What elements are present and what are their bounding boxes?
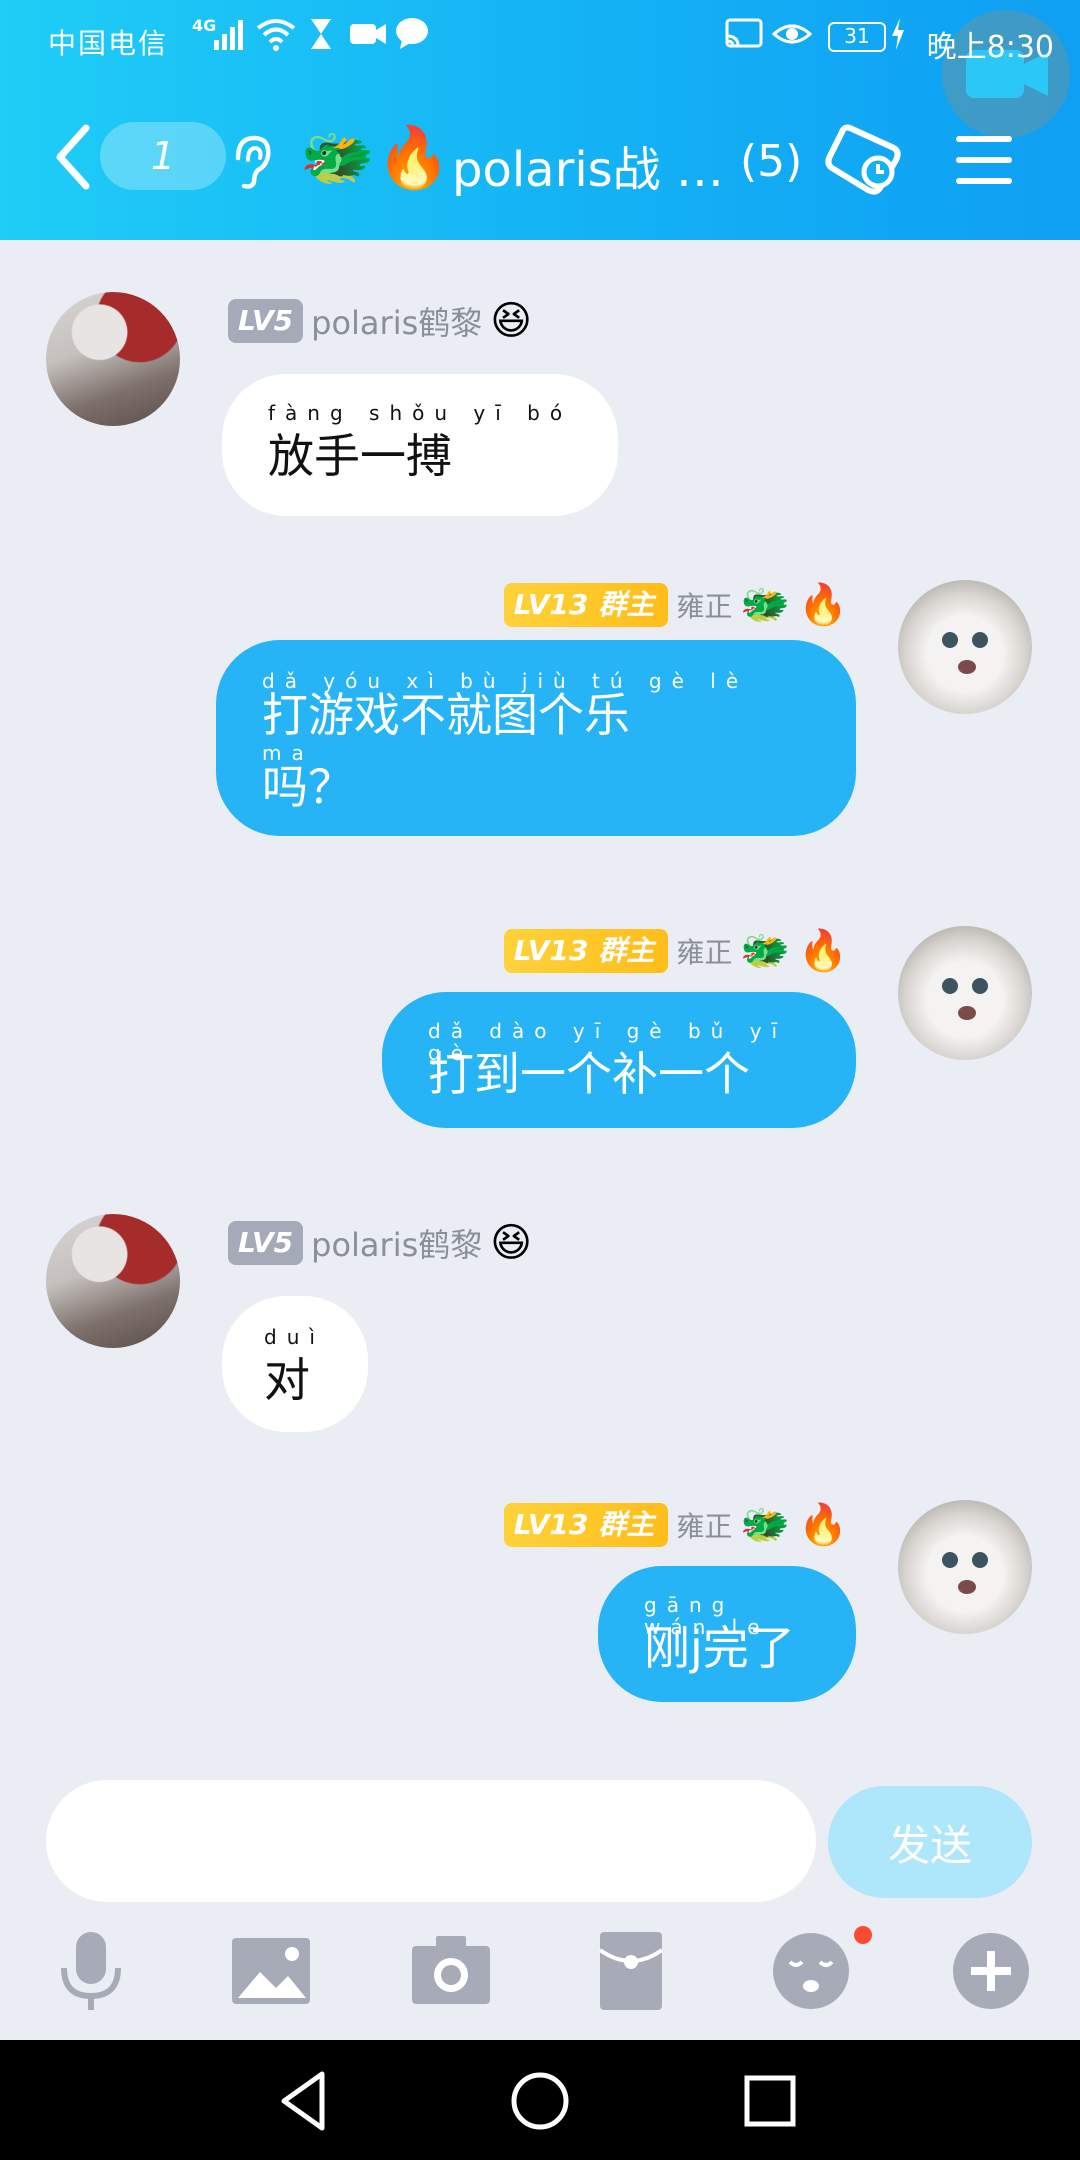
nav-back-icon[interactable]	[270, 2066, 340, 2136]
sender-nickname[interactable]: 雍正	[676, 931, 732, 971]
chat-header: 中国电信 4G 31 晚上8:30 1 🐲 🔥 polaris战 … (5)	[0, 0, 1080, 240]
avatar[interactable]	[46, 1214, 180, 1348]
message-text: 刚j完了	[644, 1621, 795, 1675]
group-pin-icon[interactable]	[822, 120, 912, 200]
group-title[interactable]: polaris战 …	[452, 130, 724, 200]
sender-nickname[interactable]: 雍正	[676, 585, 732, 625]
sender-info: LV13 群主 雍正 🐲 🔥	[503, 926, 848, 976]
red-packet-icon[interactable]	[586, 1926, 676, 2016]
carrier-name: 中国电信	[48, 27, 169, 60]
message-bubble[interactable]: dǎ dào yī gè bǔ yī gè 打到一个补一个	[382, 992, 856, 1128]
level-badge: LV13 群主	[503, 929, 669, 973]
level-badge: LV13 群主	[503, 583, 669, 627]
back-button[interactable]	[48, 122, 98, 192]
system-navigation-bar	[0, 2040, 1080, 2160]
message-text: 吗？	[262, 760, 354, 814]
message-text: 对	[264, 1353, 310, 1407]
laughing-emoji: 😆	[490, 1220, 532, 1266]
message-bubble[interactable]: duì 对	[222, 1296, 368, 1432]
emoji-icon[interactable]	[766, 1926, 856, 2016]
signal-icon	[214, 20, 243, 50]
microphone-icon[interactable]	[46, 1926, 136, 2016]
fire-emoji: 🔥	[798, 1502, 848, 1548]
notification-dot	[854, 1926, 872, 1944]
message-text: 打游戏不就图个乐	[262, 688, 630, 742]
dragon-emoji: 🐲	[740, 1502, 791, 1548]
send-button[interactable]: 发送	[828, 1786, 1032, 1898]
hourglass-icon	[311, 19, 331, 49]
status-bar: 中国电信 4G 31 晚上8:30	[0, 0, 1080, 138]
message-bubble[interactable]: gāng wán le 刚j完了	[598, 1566, 856, 1702]
dragon-emoji: 🐲	[300, 123, 375, 193]
message-text: 打到一个补一个	[428, 1047, 750, 1101]
sender-info: LV13 群主 雍正 🐲 🔥	[503, 580, 848, 630]
message-input[interactable]	[46, 1780, 816, 1902]
avatar[interactable]	[898, 1500, 1032, 1634]
image-icon[interactable]	[226, 1926, 316, 2016]
eye-icon	[772, 24, 812, 44]
wifi-icon	[256, 19, 296, 51]
fire-emoji: 🔥	[798, 582, 848, 628]
level-badge: LV5	[228, 1221, 304, 1265]
sender-info: LV5 polaris鹤黎 😆	[228, 1218, 532, 1268]
pinyin-annotation: gāng wán le	[644, 1593, 770, 1639]
laughing-emoji: 😆	[490, 298, 532, 344]
nav-home-icon[interactable]	[505, 2066, 575, 2136]
owner-role: 群主	[598, 934, 655, 967]
dragon-emoji: 🐲	[740, 928, 791, 974]
message-bubble[interactable]: fàng shǒu yī bó 放手一搏	[222, 374, 619, 516]
avatar[interactable]	[46, 292, 180, 426]
fire-emoji: 🔥	[798, 928, 848, 974]
level-badge: LV13 群主	[503, 1503, 669, 1547]
camera-icon[interactable]	[406, 1926, 496, 2016]
fire-emoji: 🔥	[376, 123, 451, 193]
message-list[interactable]: LV5 polaris鹤黎 😆 fàng shǒu yī bó 放手一搏 LV1…	[0, 240, 1080, 1760]
level-badge: LV5	[228, 299, 304, 343]
pinyin-annotation: duì	[264, 1325, 325, 1349]
nav-recents-icon[interactable]	[735, 2066, 805, 2136]
charging-icon	[892, 18, 904, 50]
avatar[interactable]	[898, 580, 1032, 714]
input-bar: 发送	[0, 1760, 1080, 1910]
sender-nickname[interactable]: 雍正	[676, 1505, 732, 1545]
sender-info: LV5 polaris鹤黎 😆	[228, 296, 532, 346]
input-toolbar	[0, 1910, 1080, 2040]
sender-nickname[interactable]: polaris鹤黎	[311, 298, 482, 344]
chat-status-icon	[396, 18, 428, 49]
owner-role: 群主	[598, 588, 655, 621]
pinyin-annotation: fàng shǒu yī bó	[268, 401, 573, 425]
pinyin-annotation: dǎ dào yī gè bǔ yī gè	[428, 1019, 788, 1065]
message-bubble[interactable]: dǎ yóu xì bù jiù tú gè lè 打游戏不就图个乐 ma 吗？	[216, 640, 856, 836]
message-text: 放手一搏	[268, 429, 452, 483]
unread-count-badge[interactable]: 1	[100, 122, 226, 190]
sender-info: LV13 群主 雍正 🐲 🔥	[503, 1500, 848, 1550]
plus-icon[interactable]	[946, 1926, 1036, 2016]
menu-icon[interactable]	[954, 132, 1014, 188]
member-count[interactable]: (5)	[740, 136, 802, 187]
title-bar: 1 🐲 🔥 polaris战 … (5)	[0, 100, 1080, 220]
owner-role: 群主	[598, 1508, 655, 1541]
clock: 晚上8:30	[926, 30, 1054, 65]
avatar[interactable]	[898, 926, 1032, 1060]
cast-icon	[725, 18, 763, 48]
dragon-emoji: 🐲	[740, 582, 791, 628]
sender-nickname[interactable]: polaris鹤黎	[311, 1220, 482, 1266]
battery-indicator: 31	[828, 22, 886, 52]
video-status-icon	[350, 24, 386, 44]
earpiece-mode-icon[interactable]	[226, 132, 276, 192]
